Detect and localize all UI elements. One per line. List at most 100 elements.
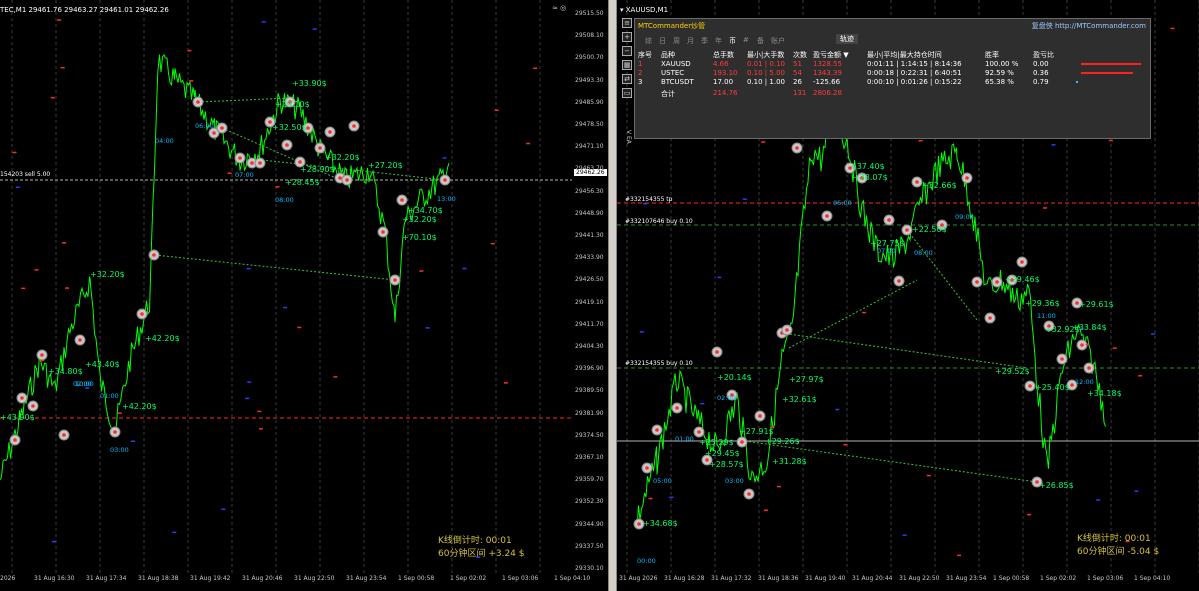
mtc-col-header[interactable]: 品种 [661,50,675,60]
grid-icon[interactable]: ▦ [622,60,632,70]
price-tick-label: 29344.90 [575,520,604,528]
mtc-col-header[interactable]: 盈亏金额 ▼ [813,50,849,60]
time-tick-label: 1 Sep 04:10 [1134,575,1171,582]
mtc-tab-3[interactable]: 月 [687,36,694,46]
mtc-tab-5[interactable]: 年 [715,36,722,46]
xauusd-interval-pl: 60分钟区间 -5.04 $ [1077,547,1160,557]
plus-icon[interactable]: + [622,32,632,42]
ustec-price-plot[interactable]: +33.90$ +32.20$ +42.20$ +42.20$ +43.40$ +28.4… [0,0,572,573]
trade-profit-label: +43.40$ [85,360,120,369]
mtc-cell: 0.79 [1033,78,1049,86]
price-tick-label: 29352.30 [575,498,604,506]
mtc-tab-1[interactable]: 日 [659,36,666,46]
winrate-bar [1081,72,1133,74]
mtc-track-button[interactable]: 轨迹 [836,34,858,44]
chart-splitter[interactable] [608,0,617,591]
mtc-col-header[interactable]: 最小|大手数 [747,50,784,60]
mtc-tab-2[interactable]: 周 [673,36,680,46]
mtc-col-header[interactable]: 盈亏比 [1033,50,1054,60]
price-tick-label: 29404.30 [575,343,604,350]
trade-connector [781,332,1028,369]
mtc-tab-9[interactable]: 账户 [771,36,785,46]
time-tick-label: 1 Sep 00:58 [993,575,1030,582]
trade-marker-dot [352,124,356,128]
trade-marker-dot [887,218,891,222]
trade-marker-dot [965,176,969,180]
price-tick-label: 29359.70 [575,476,604,484]
mtcommander-panel[interactable]: MTCommander炒管 复盘侠 http://MTCommander.com… [634,18,1151,139]
mtc-cell: 0.36 [1033,69,1049,77]
mtc-cell: 65.38 % [985,78,1014,86]
trade-marker-dot [238,156,242,160]
trade-profit-label: +32.66$ [922,181,957,190]
ustec-countdown: K线倒计时: 00:01 [438,536,512,546]
time-tick-label: 31 Aug 18:36 [758,575,799,582]
ustec-time-axis[interactable]: 2026 31 Aug 16:30 31 Aug 17:34 31 Aug 18:38… [0,573,590,591]
minus-icon[interactable]: − [622,46,632,56]
session-time-mark: 02:00 [717,394,736,402]
price-tick-label: 29396.90 [575,365,604,373]
xauusd-buy-label-2: #332154355 buy 0.10 [625,360,693,367]
trade-profit-label: +28.07$ [853,173,888,182]
mtc-cell: 0.10 | 5.00 [747,69,785,77]
price-tick-label: 29411.70 [575,320,604,328]
mtc-tab-8[interactable]: 备 [757,36,764,46]
time-tick-label: 31 Aug 20:44 [852,575,893,582]
price-tick-label: 29456.30 [575,187,604,195]
mtc-cell: 193.10 [713,69,738,77]
ustec-price-scale[interactable]: 29515.50 29508.10 29500.70 29493.30 29485.90… [572,0,608,573]
mtc-tab-7[interactable]: # [743,36,749,44]
trade-profit-label: +34.18$ [1087,389,1122,398]
mtc-tab-6[interactable]: 币 [729,36,736,46]
mtc-title: MTCommander炒管 [638,22,706,30]
trade-marker-dot [381,230,385,234]
mtc-col-header[interactable]: 序号 [638,50,652,60]
ustec-chart[interactable]: +33.90$ +32.20$ +42.20$ +42.20$ +43.40$ +28.4… [0,0,608,591]
time-tick-label: 31 Aug 16:30 [34,575,75,582]
price-tick-label: 29515.50 [575,10,604,17]
trade-profit-label: +32.50$ [272,123,307,132]
mtc-col-header[interactable]: 总手数 [713,50,734,60]
trade-marker-dot [20,396,24,400]
chart-top-right-icons[interactable]: ≈ ◎ [552,4,566,12]
trade-profit-label: +33.84$ [1072,323,1107,332]
time-tick-label: 31 Aug 17:32 [711,575,752,582]
mtc-cell: 0:00:10 | 0:01:26 | 0:15:22 [867,78,962,86]
price-tick-label: 29485.90 [575,98,604,106]
trade-connector [906,229,978,321]
time-tick-label: 1 Sep 02:02 [450,575,487,582]
mtc-col-header[interactable]: 最小|平均|最大持仓时间 [867,50,942,60]
mtc-site-link[interactable]: 复盘侠 http://MTCommander.com [1032,21,1146,31]
trade-marker-dot [1020,260,1024,264]
trade-marker-dot [697,430,701,434]
trade-marker-dot [655,428,659,432]
trade-profit-label: +70.10$ [402,233,437,242]
trade-marker-dot [62,433,66,437]
trade-marker-dot [250,161,254,165]
xauusd-time-axis[interactable]: 31 Aug 2026 31 Aug 16:28 31 Aug 17:32 31 Au… [617,573,1199,591]
time-tick-label: 31 Aug 19:42 [190,575,231,582]
menu-icon[interactable]: ≡ [622,18,632,28]
mtc-cell: 92.59 % [985,69,1014,77]
ustec-price-series [0,54,450,481]
trade-marker-dot [152,253,156,257]
trade-icon[interactable]: ⇄ [622,74,632,84]
trade-marker-dot [915,180,919,184]
window-icon[interactable]: ▭ [622,88,632,98]
trade-profit-label: +32.20$ [325,153,360,162]
trade-profit-label: +32.61$ [782,395,817,404]
time-tick-label: 2026 [0,575,16,582]
mtc-tab-4[interactable]: 季 [701,36,708,46]
mtc-cell: 1328.55 [813,60,842,68]
trade-marker-dot [443,178,447,182]
trade-profit-label: +28.45$ [285,178,320,187]
mtc-col-header[interactable]: 次数 [793,50,807,60]
mtc-tab-0[interactable]: 综 [645,36,652,46]
time-tick-label: 1 Sep 03:06 [1087,575,1124,582]
trade-marker-dot [113,430,117,434]
mtc-col-header[interactable]: 胜率 [985,50,999,60]
time-tick-label: 31 Aug 22:50 [294,575,335,582]
mtc-cell: 26 [793,78,802,86]
trade-profit-label: +25.29$ [699,438,734,447]
price-tick-label: 29367.10 [575,454,604,461]
